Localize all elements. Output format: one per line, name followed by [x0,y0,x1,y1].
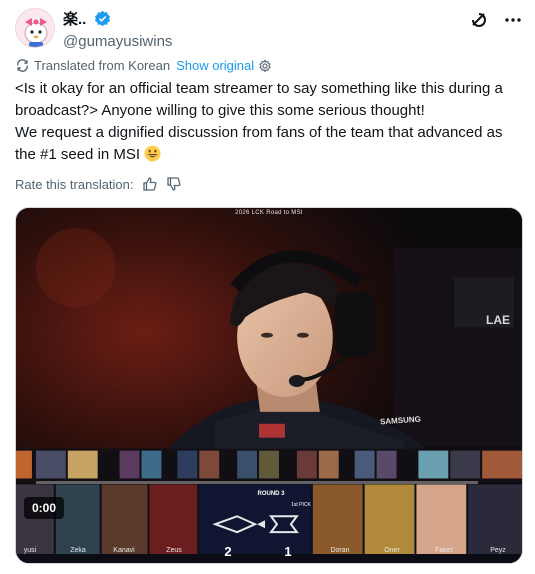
stage-banner-text: LAE [486,313,510,327]
left-team-picks [16,484,198,555]
ban-portraits [16,450,522,479]
player-name-left-3: Kanavi [113,547,135,554]
author-handle[interactable]: @gumayusiwins [63,33,172,50]
left-team-score: 2 [224,544,232,559]
author-display-name[interactable]: 楽.. [63,8,86,29]
player-name-right-1: Doran [330,547,350,554]
player-name-left-2: Zeka [70,547,86,554]
tweet-body: <Is it okay for an official team streame… [15,78,525,166]
thumbs-down-icon[interactable] [166,176,182,192]
player-name-left-4: Zeus [166,547,182,554]
grinning-face-emoji-icon [144,145,161,162]
translation-label: Translated from Korean [34,58,171,73]
rate-translation-label: Rate this translation: [15,176,134,192]
broadcast-title: 2026 LCK Road to MSI [235,210,303,216]
right-team-picks [312,484,522,555]
header-actions [469,10,523,30]
thumbs-up-icon[interactable] [142,176,158,192]
player-name-right-3: Faker [435,547,453,554]
pink-bow-character-icon [16,9,54,47]
translate-icon [17,59,28,72]
tweet-paragraph-2-text: We request a dignified discussion from f… [15,124,503,163]
round-label: ROUND 3 [257,491,285,497]
video-progress-bar[interactable] [36,481,478,484]
player-name-right-4: Peyz [490,547,506,554]
author-avatar[interactable] [15,8,55,48]
video-timestamp: 0:00 [24,497,64,519]
translation-notice: Translated from Korean Show original [15,58,272,73]
tweet-header: 楽.. @gumayusiwins [15,6,523,50]
rate-translation-row: Rate this translation: [15,176,182,192]
player-name-left-1: yusi [23,547,37,554]
first-pick-label: 1st PICK [291,502,311,508]
verified-badge-icon [94,10,110,27]
video-player[interactable]: 2026 LCK Road to MSI SAMSUNG LAE 0:00 RO… [15,207,523,564]
tweet-paragraph-1: <Is it okay for an official team streame… [15,80,503,119]
player-name-right-2: Oner [384,547,400,554]
more-options-icon[interactable] [503,10,523,30]
right-team-score: 1 [284,544,292,559]
show-original-link[interactable]: Show original [176,58,254,73]
video-frame-scene [16,208,522,563]
settings-gear-icon[interactable] [258,58,272,73]
tweet-paragraph-2: We request a dignified discussion from f… [15,122,525,166]
grok-icon[interactable] [469,10,489,30]
author-name-block: 楽.. @gumayusiwins [63,8,172,50]
